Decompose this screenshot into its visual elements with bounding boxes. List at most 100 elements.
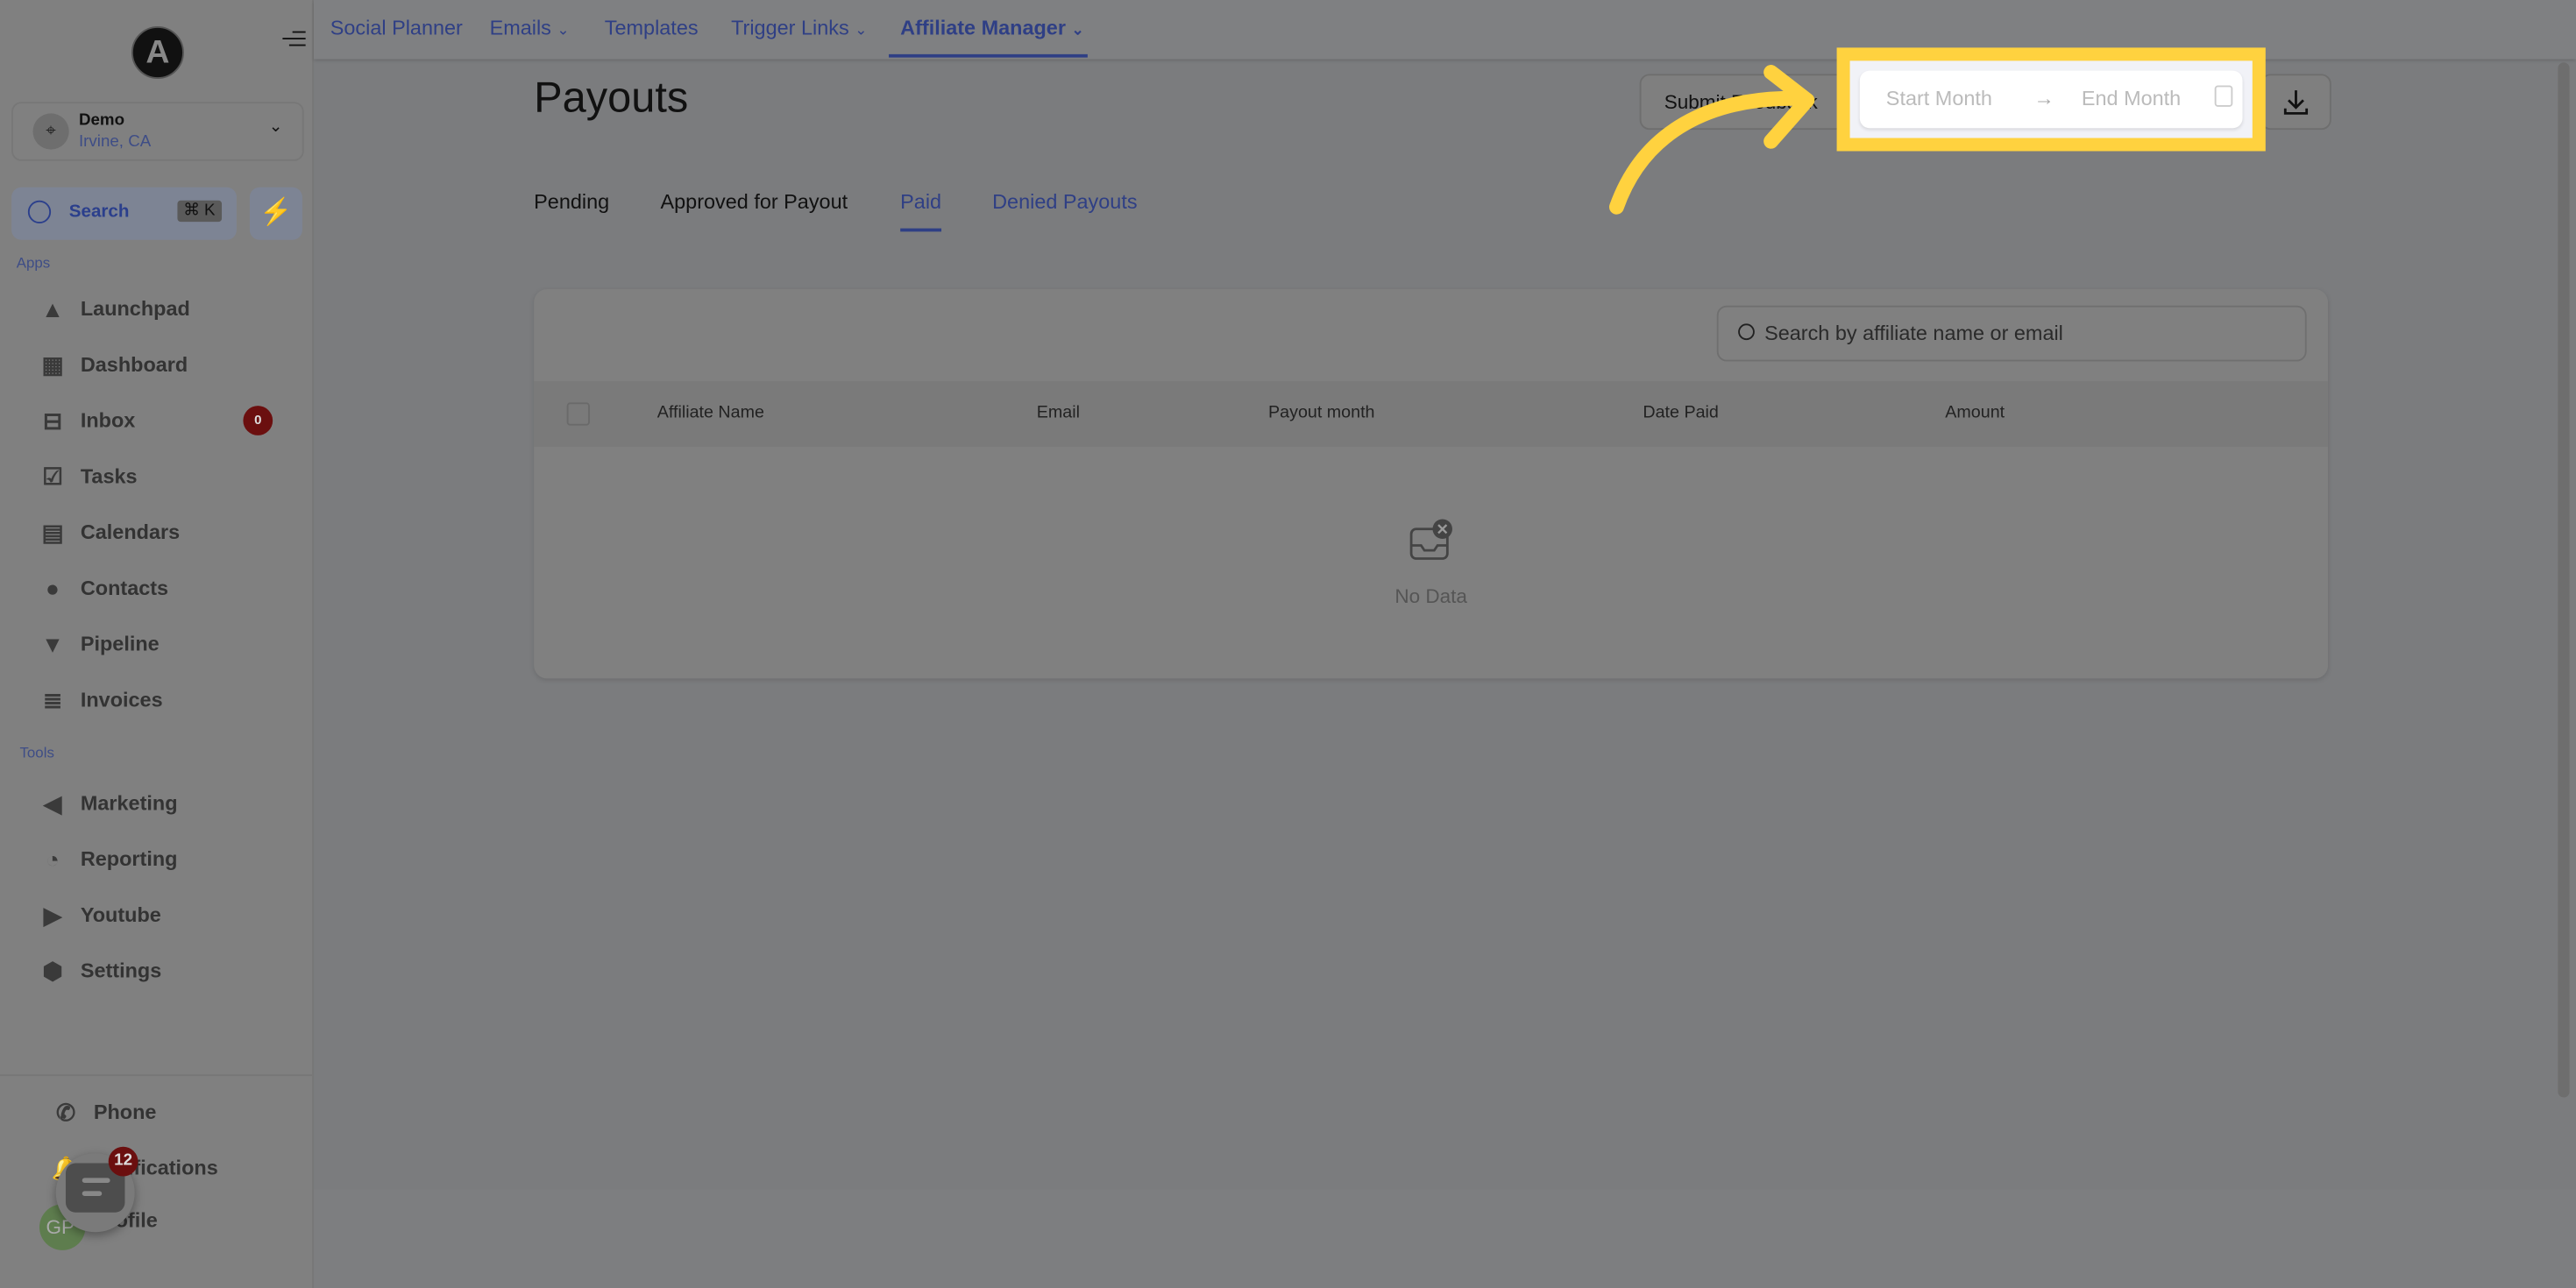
rocket-icon: ▲ <box>40 295 64 322</box>
end-month-input[interactable]: End Month <box>2082 87 2181 110</box>
nav-trigger-links[interactable]: Trigger Links ⌄ <box>731 17 867 39</box>
sidebar-item-reporting[interactable]: ◔ Reporting <box>36 843 299 879</box>
label: Calendars <box>80 520 181 544</box>
search-placeholder: Search by affiliate name or email <box>1764 322 2063 345</box>
column-header[interactable]: Amount <box>1945 402 2005 422</box>
sidebar-item-marketing[interactable]: ◀ Marketing <box>36 787 299 823</box>
annotation-arrow <box>1608 65 1815 215</box>
chevron-down-icon: ⌄ <box>1071 21 1084 39</box>
location-city: Irvine, CA <box>78 132 152 152</box>
sidebar-item-tasks[interactable]: ☑ Tasks <box>36 460 299 496</box>
empty-state-text: No Data <box>1394 584 1467 608</box>
collapse-menu-icon[interactable] <box>282 26 306 49</box>
column-header[interactable]: Affiliate Name <box>657 402 764 422</box>
megaphone-icon: ◀ <box>43 789 62 817</box>
label: Reporting <box>80 847 178 871</box>
location-pin-icon: ⌖ <box>32 113 69 150</box>
sidebar-item-invoices[interactable]: ≣ Invoices <box>36 683 299 719</box>
location-name: Demo <box>78 111 125 131</box>
divider <box>0 1074 313 1077</box>
search-label: Search <box>68 202 130 223</box>
sidebar-item-contacts[interactable]: ● Contacts <box>36 572 299 608</box>
label: Emails <box>489 16 551 39</box>
location-switcher[interactable]: ⌖ Demo Irvine, CA ⌄ <box>11 102 304 161</box>
label: Settings <box>80 959 162 983</box>
label: Phone <box>93 1100 157 1124</box>
calendar-icon: ▤ <box>41 519 64 546</box>
app-logo[interactable]: A <box>131 26 184 79</box>
tab-paid[interactable]: Paid <box>900 191 941 214</box>
sidebar-item-phone[interactable]: ✆ Phone <box>49 1096 312 1132</box>
month-range-picker[interactable]: Start Month → End Month <box>1859 70 2243 129</box>
page-title: Payouts <box>534 72 689 122</box>
sidebar-item-inbox[interactable]: ⊟ Inbox 0 <box>36 404 299 440</box>
sidebar-item-youtube[interactable]: ▶ Youtube <box>36 899 299 935</box>
label: Affiliate Manager <box>900 16 1066 39</box>
nav-affiliate-manager[interactable]: Affiliate Manager ⌄ <box>900 17 1083 39</box>
inbox-icon: ⊟ <box>42 407 62 434</box>
inbox-badge: 0 <box>243 406 273 435</box>
sidebar-item-calendars[interactable]: ▤ Calendars <box>36 516 299 552</box>
label: Pipeline <box>80 632 160 656</box>
column-header[interactable]: Email <box>1037 402 1080 422</box>
dashboard-icon: ▦ <box>41 351 64 379</box>
label: Tasks <box>80 464 138 488</box>
youtube-icon: ▶ <box>43 902 62 929</box>
search-shortcut: ⌘ K <box>176 200 223 223</box>
chevron-down-icon: ⌄ <box>557 21 570 39</box>
section-tools: Tools <box>19 744 54 761</box>
column-header[interactable]: Date Paid <box>1643 402 1718 422</box>
column-header[interactable]: Payout month <box>1268 402 1374 422</box>
table-header: Affiliate Name Email Payout month Date Paid… <box>534 381 2329 447</box>
tab-denied-payouts[interactable]: Denied Payouts <box>992 191 1137 214</box>
label: Trigger Links <box>731 16 849 39</box>
sidebar-item-launchpad[interactable]: ▲ Launchpad <box>36 293 299 329</box>
nav-templates[interactable]: Templates <box>605 17 699 39</box>
sidebar-item-settings[interactable]: ⬢ Settings <box>36 954 299 990</box>
gear-icon: ⬢ <box>42 958 63 985</box>
tasks-icon: ☑ <box>42 463 63 490</box>
arrow-right-icon: → <box>2033 87 2054 110</box>
funnel-icon: ▼ <box>40 631 64 657</box>
sidebar: A ⌖ Demo Irvine, CA ⌄ Search ⌘ K ⚡ Apps … <box>0 0 315 1288</box>
chat-widget-button[interactable]: 12 <box>55 1146 138 1233</box>
quick-actions-bolt-icon[interactable]: ⚡ <box>249 187 302 240</box>
nav-emails[interactable]: Emails ⌄ <box>490 17 570 39</box>
empty-inbox-icon <box>1409 519 1452 560</box>
affiliate-search-input[interactable]: Search by affiliate name or email <box>1716 305 2307 362</box>
chevron-down-icon: ⌄ <box>268 118 283 137</box>
calendar-icon <box>2214 85 2233 107</box>
active-nav-indicator <box>889 53 1088 58</box>
label: Contacts <box>80 577 169 600</box>
search-icon <box>27 200 52 223</box>
download-icon <box>2283 90 2309 115</box>
select-all-checkbox[interactable] <box>566 402 590 426</box>
start-month-input[interactable]: Start Month <box>1886 87 1992 110</box>
label: Marketing <box>80 791 178 815</box>
section-apps: Apps <box>16 254 51 272</box>
search-button[interactable]: Search ⌘ K <box>11 187 237 240</box>
footer-area <box>314 1189 2576 1288</box>
page-scrollbar[interactable] <box>2558 62 2570 1098</box>
payouts-table-card: Search by affiliate name or email Affili… <box>534 289 2329 679</box>
download-button[interactable] <box>2260 74 2331 131</box>
chat-badge: 12 <box>108 1146 138 1177</box>
label: Youtube <box>80 903 161 927</box>
label: Dashboard <box>80 353 188 377</box>
label: Social Planner <box>330 16 463 39</box>
tab-approved-for-payout[interactable]: Approved for Payout <box>661 191 848 214</box>
nav-social-planner[interactable]: Social Planner <box>330 17 463 39</box>
phone-icon: ✆ <box>55 1099 75 1126</box>
label: Invoices <box>80 688 163 711</box>
search-icon <box>1738 323 1755 341</box>
label: Launchpad <box>80 297 190 321</box>
contacts-icon: ● <box>46 575 60 602</box>
label: Templates <box>604 16 699 39</box>
sidebar-item-dashboard[interactable]: ▦ Dashboard <box>36 349 299 385</box>
sidebar-item-pipeline[interactable]: ▼ Pipeline <box>36 627 299 663</box>
tab-pending[interactable]: Pending <box>534 191 609 214</box>
active-tab-indicator <box>900 228 942 232</box>
chevron-down-icon: ⌄ <box>855 21 868 39</box>
label: Inbox <box>80 408 136 433</box>
invoice-icon: ≣ <box>42 686 62 713</box>
